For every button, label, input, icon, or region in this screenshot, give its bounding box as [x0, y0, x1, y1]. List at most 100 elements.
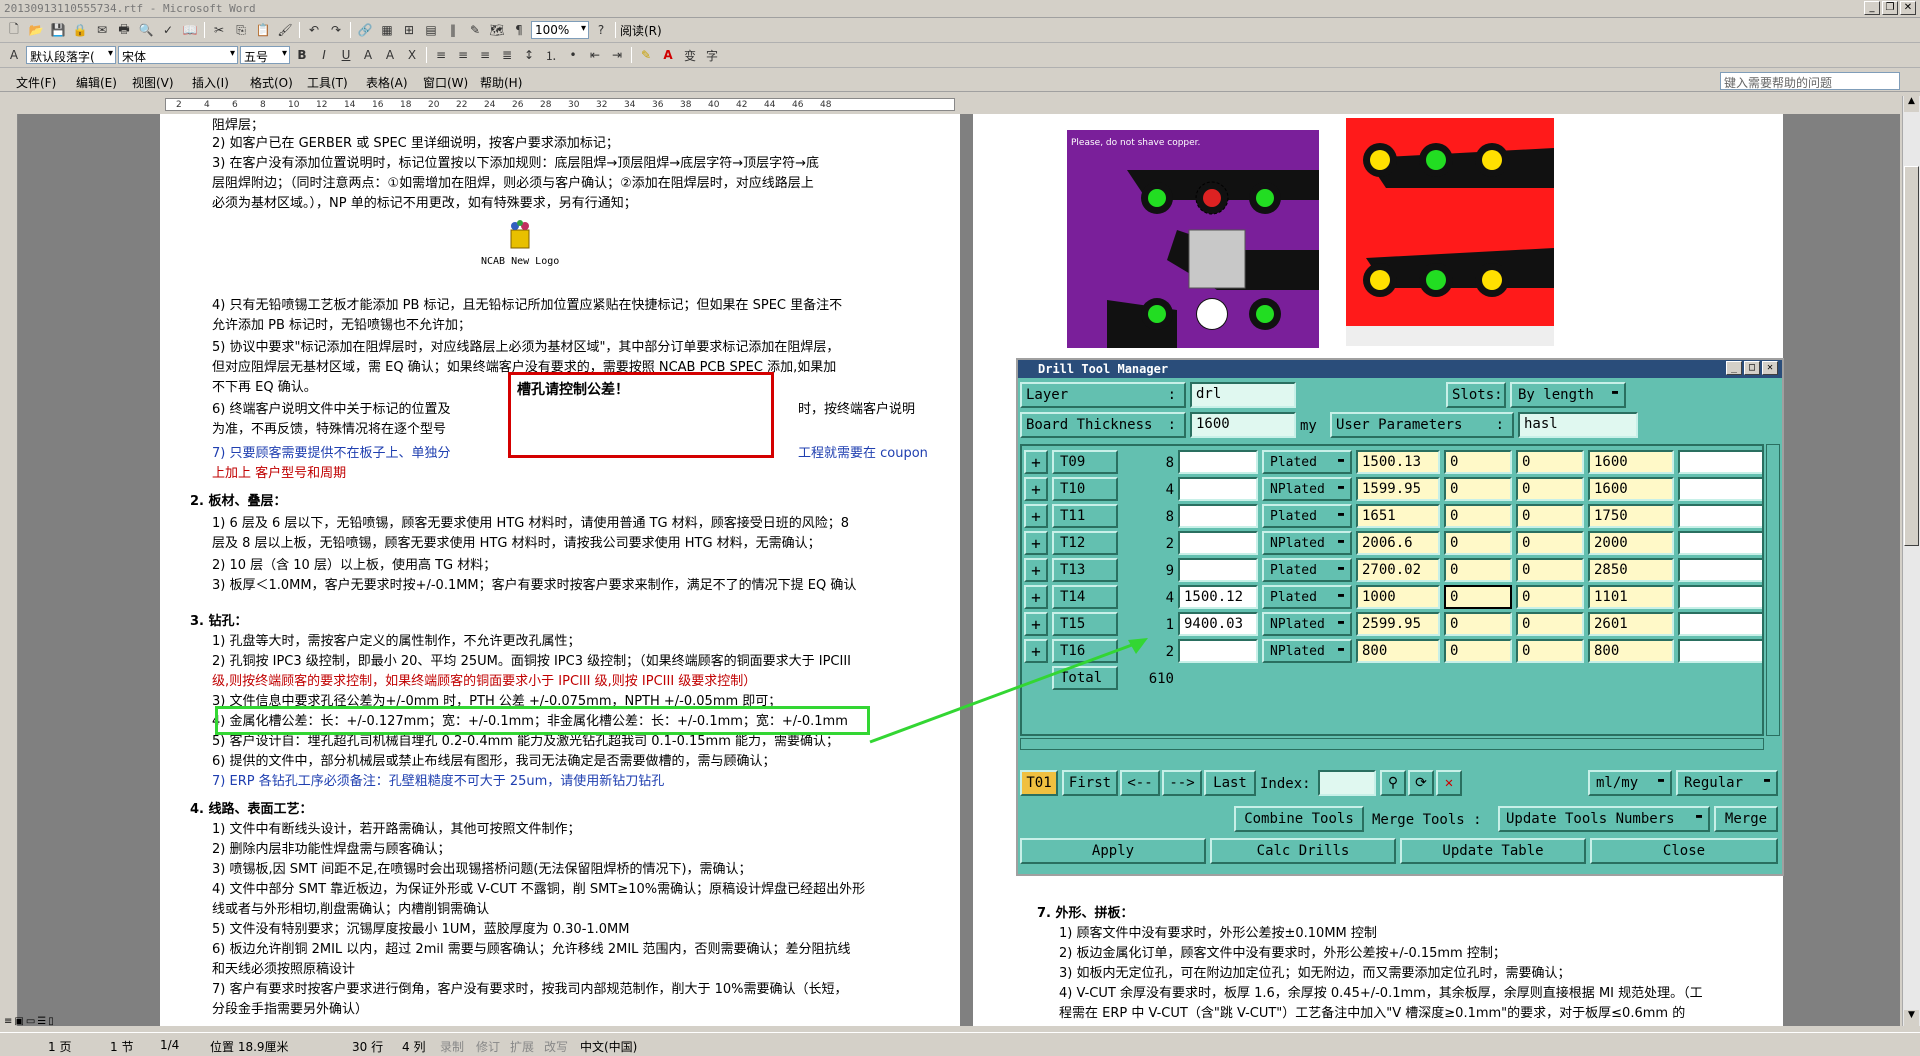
extra-field[interactable] — [1678, 558, 1762, 582]
permission-icon[interactable]: 🔒 — [70, 20, 90, 40]
expand-row-icon[interactable]: + — [1024, 558, 1048, 582]
table-vertical-scrollbar[interactable] — [1766, 444, 1780, 736]
tol-minus-field[interactable]: 0 — [1516, 504, 1584, 528]
save-icon[interactable]: 💾 — [48, 20, 68, 40]
expand-row-icon[interactable]: + — [1024, 504, 1048, 528]
expand-row-icon[interactable]: + — [1024, 612, 1048, 636]
document-vertical-scrollbar[interactable]: ▲ ▼ — [1902, 96, 1920, 1026]
cut-icon[interactable]: ✂ — [209, 20, 229, 40]
print-view-icon[interactable]: ▭ — [26, 1016, 35, 1027]
drill-size-field[interactable]: 1600 — [1588, 450, 1674, 474]
mode-select[interactable]: Regular — [1676, 770, 1778, 796]
finish-size-field[interactable]: 1651 — [1356, 504, 1440, 528]
finish-size-field[interactable]: 1599.95 — [1356, 477, 1440, 501]
columns-icon[interactable]: ‖ — [443, 20, 463, 40]
char-shading-icon[interactable]: A — [380, 45, 400, 65]
phonetic-guide-icon[interactable]: 变 — [680, 45, 700, 65]
help-icon[interactable]: ? — [591, 20, 611, 40]
tol-minus-field[interactable]: 0 — [1516, 477, 1584, 501]
minimize-button[interactable]: _ — [1864, 1, 1880, 15]
highlight-icon[interactable]: ✎ — [636, 45, 656, 65]
enclose-chars-icon[interactable]: 字 — [702, 45, 722, 65]
tool-id[interactable]: T10 — [1052, 477, 1118, 501]
tool-type-select[interactable]: Plated — [1262, 450, 1352, 474]
show-hide-icon[interactable]: ¶ — [509, 20, 529, 40]
tol-minus-field[interactable]: 0 — [1516, 612, 1584, 636]
email-icon[interactable]: ✉ — [92, 20, 112, 40]
restore-button[interactable]: ❐ — [1882, 1, 1898, 15]
menu-file[interactable]: 文件(F) — [16, 74, 56, 91]
expand-row-icon[interactable]: + — [1024, 531, 1048, 555]
drill-size-field[interactable]: 2000 — [1588, 531, 1674, 555]
outline-view-icon[interactable]: ☰ — [37, 1016, 46, 1027]
tool-size-field[interactable] — [1178, 477, 1258, 501]
research-icon[interactable]: 📖 — [180, 20, 200, 40]
hyperlink-icon[interactable]: 🔗 — [355, 20, 375, 40]
tool-size-field[interactable] — [1178, 558, 1258, 582]
prev-button[interactable]: <-- — [1120, 770, 1160, 796]
calc-drills-button[interactable]: Calc Drills — [1210, 838, 1396, 864]
index-field[interactable] — [1318, 770, 1376, 796]
bold-icon[interactable]: B — [292, 45, 312, 65]
update-table-button[interactable]: Update Table — [1400, 838, 1586, 864]
italic-icon[interactable]: I — [314, 45, 334, 65]
tool-size-field[interactable] — [1178, 531, 1258, 555]
tol-plus-field[interactable]: 0 — [1444, 612, 1512, 636]
tool-size-field[interactable] — [1178, 450, 1258, 474]
close-button[interactable]: Close — [1590, 838, 1778, 864]
menu-format[interactable]: 格式(O) — [250, 74, 293, 91]
update-tools-numbers-select[interactable]: Update Tools Numbers — [1498, 806, 1710, 832]
tol-plus-field[interactable]: 0 — [1444, 504, 1512, 528]
tol-plus-field[interactable]: 0 — [1444, 558, 1512, 582]
menu-view[interactable]: 视图(V) — [132, 74, 174, 91]
menu-insert[interactable]: 插入(I) — [192, 74, 229, 91]
layer-field[interactable]: drl — [1190, 382, 1296, 408]
increase-indent-icon[interactable]: ⇥ — [607, 45, 627, 65]
char-scaling-icon[interactable]: X — [402, 45, 422, 65]
tol-minus-field[interactable]: 0 — [1516, 450, 1584, 474]
new-icon[interactable]: 🗋 — [4, 20, 24, 40]
drawing-icon[interactable]: ✎ — [465, 20, 485, 40]
refresh-icon[interactable]: ⟳ — [1408, 770, 1434, 796]
insert-table-icon[interactable]: ⊞ — [399, 20, 419, 40]
finish-size-field[interactable]: 2599.95 — [1356, 612, 1440, 636]
open-icon[interactable]: 📂 — [26, 20, 46, 40]
expand-row-icon[interactable]: + — [1024, 639, 1048, 663]
dialog-maximize-button[interactable]: □ — [1744, 361, 1760, 375]
vertical-ruler[interactable] — [0, 114, 18, 1026]
print-icon[interactable]: 🖶 — [114, 20, 134, 40]
redo-icon[interactable]: ↷ — [326, 20, 346, 40]
tol-minus-field[interactable]: 0 — [1516, 639, 1584, 663]
drill-size-field[interactable]: 800 — [1588, 639, 1674, 663]
drill-size-field[interactable]: 1600 — [1588, 477, 1674, 501]
user-parameters-field[interactable]: hasl — [1518, 412, 1638, 438]
tool-id[interactable]: T15 — [1052, 612, 1118, 636]
tool-id[interactable]: T14 — [1052, 585, 1118, 609]
apply-button[interactable]: Apply — [1020, 838, 1206, 864]
combine-tools-button[interactable]: Combine Tools — [1234, 806, 1364, 832]
tool-type-select[interactable]: Plated — [1262, 504, 1352, 528]
undo-icon[interactable]: ↶ — [304, 20, 324, 40]
tool-size-field[interactable]: 9400.03 — [1178, 612, 1258, 636]
slots-select[interactable]: By length — [1510, 382, 1626, 408]
tol-minus-field[interactable]: 0 — [1516, 531, 1584, 555]
delete-icon[interactable]: ✕ — [1436, 770, 1462, 796]
search-icon[interactable]: ⚲ — [1380, 770, 1406, 796]
char-border-icon[interactable]: A — [358, 45, 378, 65]
styles-icon[interactable]: A — [4, 45, 24, 65]
close-window-button[interactable]: ✕ — [1900, 1, 1916, 15]
menu-help[interactable]: 帮助(H) — [480, 74, 522, 91]
tol-plus-field[interactable]: 0 — [1444, 639, 1512, 663]
tool-id[interactable]: T13 — [1052, 558, 1118, 582]
font-size-select[interactable]: 五号 — [240, 46, 290, 64]
status-record[interactable]: 录制 — [440, 1038, 464, 1055]
extra-field[interactable] — [1678, 504, 1762, 528]
drill-size-field[interactable]: 2850 — [1588, 558, 1674, 582]
align-left-icon[interactable]: ≡ — [431, 45, 451, 65]
board-thickness-field[interactable]: 1600 — [1190, 412, 1296, 438]
tol-plus-field[interactable]: 0 — [1444, 477, 1512, 501]
dialog-close-icon[interactable]: ✕ — [1762, 361, 1778, 375]
menu-window[interactable]: 窗口(W) — [423, 74, 468, 91]
status-overtype[interactable]: 改写 — [544, 1038, 568, 1055]
line-spacing-icon[interactable]: ↕ — [519, 45, 539, 65]
